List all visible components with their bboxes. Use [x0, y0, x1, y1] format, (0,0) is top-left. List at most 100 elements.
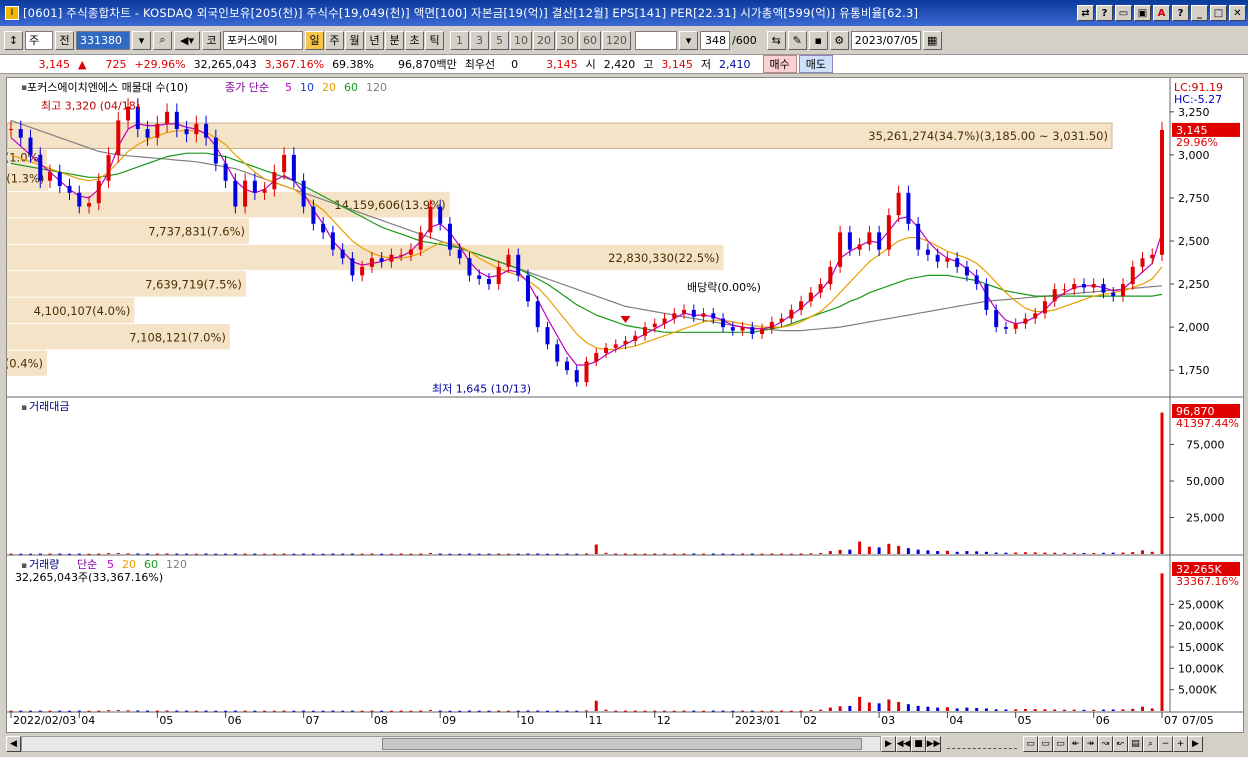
price-tick-label: 2,000 [1178, 321, 1210, 334]
scroll-left-button[interactable]: ◀ [6, 736, 21, 752]
candle-body [1013, 323, 1018, 329]
date-input[interactable]: 2023/07/05 [850, 30, 921, 50]
zoom-range-icon[interactable]: ▭ [1038, 736, 1053, 752]
interval-input[interactable] [635, 30, 677, 50]
rewind-button[interactable]: ◀◀ [896, 736, 911, 752]
interval-button-30[interactable]: 30 [556, 30, 578, 50]
period-button-2[interactable]: 월 [345, 30, 364, 50]
candle-body [564, 361, 569, 371]
stop-button[interactable]: ■ [911, 736, 926, 752]
zoom-out-button[interactable]: − [1158, 736, 1173, 752]
arrow-left-icon[interactable]: ↞ [1068, 736, 1083, 752]
interval-button-60[interactable]: 60 [579, 30, 601, 50]
amount-bar [194, 553, 198, 555]
screen-icon[interactable]: ▣ [1134, 5, 1151, 21]
amount-bar [692, 553, 696, 555]
speed-slider[interactable] [947, 739, 1017, 749]
period-button-4[interactable]: 분 [385, 30, 404, 50]
amount-bar [643, 553, 647, 555]
help-icon[interactable]: ? [1096, 5, 1113, 21]
amount-bar [633, 553, 637, 555]
title-bar: I [0601] 주식종합차트 - KOSDAQ 외국인보유[205(천)] 주… [0, 0, 1248, 26]
interval-button-10[interactable]: 10 [510, 30, 532, 50]
scroll-right-button[interactable]: ▶ [1188, 736, 1203, 752]
amount-bar [185, 553, 189, 555]
chart-area[interactable]: 1,750 2,000 2,250 2,500 2,750 3,000 3,250 35,26… [6, 77, 1244, 733]
close-button[interactable]: ✕ [1229, 5, 1246, 21]
amount-bar [19, 553, 23, 555]
interval-button-120[interactable]: 120 [602, 30, 631, 50]
high-label: 고 [643, 58, 654, 71]
buy-button[interactable]: 매수 [762, 55, 797, 73]
period-button-6[interactable]: 틱 [425, 30, 444, 50]
zoom-fit-icon[interactable]: ▭ [1023, 736, 1038, 752]
save-icon[interactable]: ▪ [808, 30, 828, 50]
volume-bar [116, 710, 120, 712]
stock-toggle-button[interactable]: ↕ [4, 30, 23, 50]
amount-bar [545, 553, 549, 555]
candle-body [252, 180, 257, 193]
crop-icon[interactable]: ▤ [1128, 736, 1143, 752]
candle-body [867, 232, 872, 245]
arrow-out-icon[interactable]: ↝ [1098, 736, 1113, 752]
amount-bar [467, 553, 471, 555]
maximize-button[interactable]: □ [1210, 5, 1227, 21]
stock-name-field[interactable]: 포커스에이 [223, 30, 303, 50]
interval-button-3[interactable]: 3 [470, 30, 489, 50]
period-button-1[interactable]: 주 [325, 30, 344, 50]
amount-bar [253, 553, 257, 555]
amount-bar [233, 553, 237, 555]
play-button[interactable]: ▶ [881, 736, 896, 752]
zoom-box-icon[interactable]: ▭ [1053, 736, 1068, 752]
type-select[interactable]: 주 [25, 30, 53, 50]
print-icon[interactable]: ▭ [1115, 5, 1132, 21]
amount-bar [350, 553, 354, 555]
candle-body [974, 275, 979, 285]
settings-icon[interactable]: ⚙ [829, 30, 849, 50]
info-icon[interactable]: ? [1172, 5, 1189, 21]
amount-bar [799, 553, 803, 555]
candle-body [1091, 284, 1096, 288]
code-input[interactable]: 331380 [76, 30, 130, 50]
period-button-3[interactable]: 년 [365, 30, 384, 50]
market-label[interactable]: 코 [202, 30, 221, 50]
volume-bar [702, 710, 706, 712]
interval-button-1[interactable]: 1 [450, 30, 469, 50]
scroll-track[interactable] [21, 736, 881, 752]
sell-button[interactable]: 매도 [798, 55, 833, 73]
alert-icon[interactable]: A [1153, 5, 1170, 21]
prev-button[interactable]: 전 [55, 30, 74, 50]
link-icon[interactable]: ⇄ [1077, 5, 1094, 21]
calendar-icon[interactable]: ▦ [922, 30, 942, 50]
scroll-thumb[interactable] [382, 738, 862, 750]
minimize-button[interactable]: _ [1191, 5, 1208, 21]
volume-bar [936, 707, 940, 711]
sound-icon[interactable]: ◀▾ [174, 30, 200, 50]
interval-button-20[interactable]: 20 [533, 30, 555, 50]
candle-body [369, 258, 374, 267]
volume-profile-label: 4,100,107(4.0%) [34, 304, 131, 318]
fast-forward-button[interactable]: ▶▶ [926, 736, 941, 752]
search-icon[interactable]: ⌕ [153, 30, 172, 50]
volume-bar [1033, 709, 1037, 711]
code-dropdown-button[interactable]: ▾ [132, 30, 151, 50]
period-button-5[interactable]: 초 [405, 30, 424, 50]
app-icon: I [5, 6, 19, 20]
zoom-icon[interactable]: ⌕ [1143, 736, 1158, 752]
interval-button-5[interactable]: 5 [490, 30, 509, 50]
period-button-0[interactable]: 일 [305, 30, 324, 50]
arrow-right-icon[interactable]: ↠ [1083, 736, 1098, 752]
amount-bar [77, 553, 81, 555]
zoom-in-button[interactable]: + [1173, 736, 1188, 752]
interval-dropdown[interactable]: ▾ [679, 30, 698, 50]
volume-bar [1062, 709, 1066, 711]
amount-bar [1082, 552, 1086, 554]
arrow-in-icon[interactable]: ↜ [1113, 736, 1128, 752]
amount-bar [487, 553, 491, 555]
draw-icon[interactable]: ✎ [787, 30, 807, 50]
cursor-icon[interactable]: ⇆ [766, 30, 786, 50]
best-price: 3,145 [546, 57, 578, 71]
volume-bar [1101, 709, 1105, 711]
chart-svg[interactable]: 1,750 2,000 2,250 2,500 2,750 3,000 3,250 35,26… [7, 78, 1243, 732]
count-input[interactable]: 348 [700, 30, 730, 50]
